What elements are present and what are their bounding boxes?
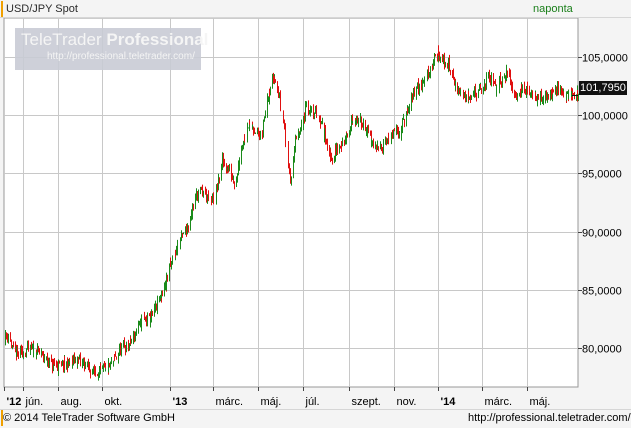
watermark-brand: TeleTrader Professional (21, 30, 208, 50)
interval-label: naponta (533, 3, 573, 15)
last-value-badge: 101,7950 (579, 81, 627, 95)
footer-url: http://professional.teletrader.com/ (468, 412, 631, 424)
header-accent-bar (1, 1, 3, 17)
y-tick-label: 80,0000 (582, 344, 622, 356)
y-tick-label: 85,0000 (582, 286, 622, 298)
watermark-brand-plain: TeleTrader (21, 30, 102, 49)
copyright: © 2014 TeleTrader Software GmbH (3, 412, 175, 424)
x-tick-label: márc. (216, 396, 244, 408)
y-axis: 80,0000 85,0000 90,0000 95,0000 100,0000 105,… (572, 53, 628, 356)
y-tick-label: 95,0000 (582, 169, 622, 181)
instrument-title: USD/JPY Spot (6, 3, 78, 15)
x-tick-label: szept. (352, 396, 381, 408)
y-tick-label: 100,0000 (582, 111, 628, 123)
x-tick-label: máj. (261, 396, 282, 408)
x-tick-label: okt. (105, 396, 123, 408)
watermark: TeleTrader Professional http://professio… (15, 28, 208, 70)
watermark-url: http://professional.teletrader.com/ (47, 51, 195, 62)
watermark-brand-bold: Professional (106, 30, 209, 49)
x-tick-label: nov. (397, 396, 417, 408)
x-tick-label: júl. (305, 396, 320, 408)
x-axis: '12 jún. aug. okt. '13 márc. máj. júl. szept. nov… (4, 387, 551, 408)
x-tick-label: '12 (7, 396, 22, 408)
x-tick-label: jún. (25, 396, 44, 408)
x-tick-label: aug. (61, 396, 82, 408)
x-tick-label: '14 (441, 396, 457, 408)
x-tick-label: márc. (485, 396, 513, 408)
y-tick-label: 90,0000 (582, 228, 622, 240)
y-tick-label: 105,0000 (582, 53, 628, 65)
x-tick-label: '13 (173, 396, 188, 408)
x-tick-label: máj. (530, 396, 551, 408)
